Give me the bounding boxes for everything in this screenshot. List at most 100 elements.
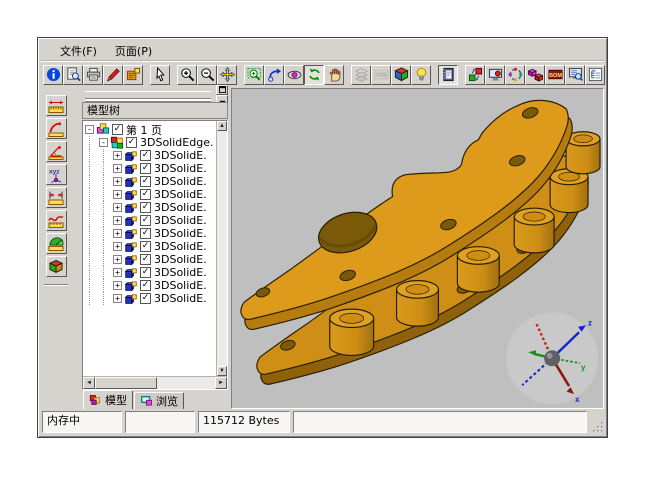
scroll-up-button[interactable]: ▲ <box>217 121 227 131</box>
model-tree-button[interactable] <box>585 65 605 85</box>
tree-node-label[interactable]: 3DSolidE. <box>154 175 207 188</box>
lightbulb-button[interactable] <box>411 65 431 85</box>
node-visibility-checkbox[interactable]: ✓ <box>140 176 151 187</box>
tree-node[interactable]: + ✓3DSolidE. <box>85 266 216 279</box>
tree-node-label[interactable]: 3DSolidE. <box>154 253 207 266</box>
node-visibility-checkbox[interactable]: ✓ <box>140 215 151 226</box>
print-preview-button[interactable] <box>63 65 83 85</box>
collapse-node-button[interactable]: - <box>99 138 108 147</box>
panel-drag-grip[interactable] <box>85 91 211 99</box>
tree-node-label[interactable]: 3DSolidE. <box>154 240 207 253</box>
measure-coordinate-button[interactable]: xyz <box>46 164 67 185</box>
tree-node-label[interactable]: 3DSolidE. <box>154 266 207 279</box>
tab-浏览[interactable]: 浏览 <box>134 392 184 409</box>
explode-view-button[interactable] <box>525 65 545 85</box>
tree-node[interactable]: + ✓3DSolidE. <box>85 175 216 188</box>
node-visibility-checkbox[interactable]: ✓ <box>140 228 151 239</box>
pmi-button[interactable]: PMI <box>371 65 391 85</box>
layers-button[interactable] <box>351 65 371 85</box>
tab-模型[interactable]: 模型 <box>83 390 133 409</box>
float-panel-button[interactable] <box>216 85 228 95</box>
node-visibility-checkbox[interactable]: ✓ <box>140 189 151 200</box>
measure-distance-button[interactable] <box>46 95 67 116</box>
expand-node-button[interactable]: + <box>113 268 122 277</box>
preview-monitor-button[interactable] <box>565 65 585 85</box>
tree-node-label[interactable]: 3DSolidE. <box>154 214 207 227</box>
printer-button[interactable] <box>83 65 103 85</box>
components-button[interactable] <box>465 65 485 85</box>
expand-node-button[interactable]: + <box>113 255 122 264</box>
tree-node[interactable]: + ✓3DSolidE. <box>85 279 216 292</box>
measure-arc-button[interactable] <box>46 118 67 139</box>
node-visibility-checkbox[interactable]: ✓ <box>112 124 123 135</box>
tree-node[interactable]: - ✓3DSolidEdge. <box>85 136 216 149</box>
expand-node-button[interactable]: + <box>113 190 122 199</box>
measure-gap-button[interactable] <box>46 187 67 208</box>
tree-node-label[interactable]: 3DSolidE. <box>154 188 207 201</box>
node-visibility-checkbox[interactable]: ✓ <box>140 254 151 265</box>
tree-node[interactable]: + ✓3DSolidE. <box>85 149 216 162</box>
measure-angle-button[interactable] <box>46 141 67 162</box>
tree-node[interactable]: + ✓3DSolidE. <box>85 227 216 240</box>
scroll-left-button[interactable]: ◄ <box>83 377 95 389</box>
node-visibility-checkbox[interactable]: ✓ <box>126 137 137 148</box>
tree-node[interactable]: + ✓3DSolidE. <box>85 214 216 227</box>
tree-node[interactable]: -✓第 1 页 <box>85 123 216 136</box>
expand-node-button[interactable]: + <box>113 203 122 212</box>
tree-node[interactable]: + ✓3DSolidE. <box>85 240 216 253</box>
bom-button[interactable]: BOM <box>545 65 565 85</box>
measure-volume-button[interactable] <box>46 256 67 277</box>
tree-vertical-scrollbar[interactable]: ▲ ▼ <box>216 121 227 376</box>
node-visibility-checkbox[interactable]: ✓ <box>140 280 151 291</box>
tree-node-label[interactable]: 3DSolidE. <box>154 292 207 305</box>
notebook-button[interactable] <box>438 65 458 85</box>
render-monitor-button[interactable] <box>485 65 505 85</box>
expand-node-button[interactable]: + <box>113 294 122 303</box>
3d-model-canvas[interactable]: zxy <box>232 89 603 408</box>
pan-arrows-button[interactable] <box>217 65 237 85</box>
select-cursor-button[interactable] <box>150 65 170 85</box>
zoom-dynamic-button[interactable] <box>264 65 284 85</box>
tree-node-label[interactable]: 3DSolidE. <box>154 279 207 292</box>
tree-node[interactable]: + ✓3DSolidE. <box>85 253 216 266</box>
scrollbar-track[interactable] <box>157 377 215 389</box>
menu-item-2[interactable]: 页面(P) <box>108 42 159 60</box>
zoom-out-button[interactable] <box>197 65 217 85</box>
node-visibility-checkbox[interactable]: ✓ <box>140 267 151 278</box>
tree-node-label[interactable]: 3DSolidE. <box>154 227 207 240</box>
zoom-window-button[interactable] <box>244 65 264 85</box>
pan-hand-button[interactable] <box>324 65 344 85</box>
expand-node-button[interactable]: + <box>113 216 122 225</box>
scroll-right-button[interactable]: ► <box>215 377 227 389</box>
measure-area-button[interactable] <box>46 233 67 254</box>
node-visibility-checkbox[interactable]: ✓ <box>140 293 151 304</box>
expand-node-button[interactable]: + <box>113 164 122 173</box>
tree-node-label[interactable]: 3DSolidE. <box>154 162 207 175</box>
refresh-button[interactable] <box>304 65 324 85</box>
viewport-3d[interactable]: zxy <box>231 88 604 409</box>
tree-node-label[interactable]: 3DSolidE. <box>154 201 207 214</box>
node-visibility-checkbox[interactable]: ✓ <box>140 241 151 252</box>
info-button[interactable] <box>43 65 63 85</box>
orbit-rotate-button[interactable] <box>284 65 304 85</box>
tree-node-label[interactable]: 3DSolidEdge. <box>140 136 213 149</box>
cube-3d-button[interactable] <box>391 65 411 85</box>
tree-node[interactable]: + ✓3DSolidE. <box>85 201 216 214</box>
expand-node-button[interactable]: + <box>113 151 122 160</box>
node-visibility-checkbox[interactable]: ✓ <box>140 150 151 161</box>
menu-item-1[interactable]: 文件(F) <box>53 42 104 60</box>
expand-node-button[interactable]: + <box>113 242 122 251</box>
expand-node-button[interactable]: + <box>113 229 122 238</box>
expand-node-button[interactable]: + <box>113 281 122 290</box>
node-visibility-checkbox[interactable]: ✓ <box>140 202 151 213</box>
tree-node[interactable]: +✓3DSolidE. <box>85 162 216 175</box>
scroll-down-button[interactable]: ▼ <box>217 366 227 376</box>
expand-node-button[interactable]: + <box>113 177 122 186</box>
measure-curve-button[interactable] <box>46 210 67 231</box>
tree-horizontal-scrollbar[interactable]: ◄ ► <box>83 376 227 389</box>
export-button[interactable] <box>123 65 143 85</box>
spin-animation-button[interactable] <box>505 65 525 85</box>
tree-node[interactable]: + ✓3DSolidE. <box>85 292 216 305</box>
tree-node-label[interactable]: 3DSolidE. <box>154 149 207 162</box>
edit-pencil-button[interactable] <box>103 65 123 85</box>
